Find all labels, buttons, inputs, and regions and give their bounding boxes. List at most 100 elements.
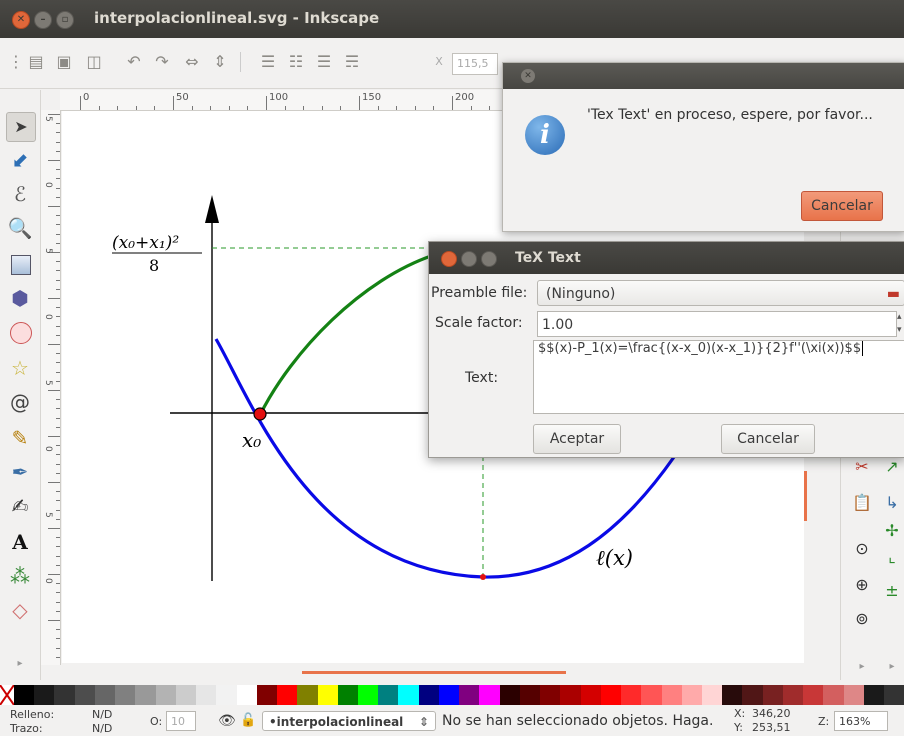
- zoom-field[interactable]: 163%: [834, 711, 888, 731]
- palette-swatch[interactable]: [540, 685, 561, 705]
- align-left-icon[interactable]: ☰: [258, 52, 278, 72]
- palette-swatch[interactable]: [580, 685, 601, 705]
- align-right-icon[interactable]: ☰: [314, 52, 334, 72]
- preamble-file-chooser[interactable]: (Ninguno) ▬: [537, 280, 904, 306]
- progress-cancel-button[interactable]: Cancelar: [801, 191, 883, 221]
- selector-tool-icon[interactable]: ➤: [6, 112, 36, 142]
- tex-dialog-minimize-icon[interactable]: [461, 251, 477, 267]
- palette-swatch[interactable]: [54, 685, 75, 705]
- palette-swatch[interactable]: [560, 685, 581, 705]
- tweak-tool-icon[interactable]: ℰ: [6, 180, 34, 208]
- snap-intersection-icon[interactable]: ✢: [881, 520, 903, 542]
- palette-swatch[interactable]: [14, 685, 35, 705]
- align-center-icon[interactable]: ☷: [286, 52, 306, 72]
- zoom-tool-icon[interactable]: 🔍: [6, 214, 34, 242]
- new-document-icon[interactable]: ▤: [26, 52, 46, 72]
- palette-swatch[interactable]: [459, 685, 480, 705]
- palette-swatch[interactable]: [600, 685, 622, 705]
- palette-swatch[interactable]: [357, 685, 379, 705]
- palette-swatch[interactable]: [681, 685, 702, 705]
- palette-swatch[interactable]: [337, 685, 358, 705]
- tex-dialog-maximize-icon[interactable]: [481, 251, 497, 267]
- palette-swatch[interactable]: [74, 685, 95, 705]
- eraser-tool-icon[interactable]: ◇: [6, 596, 34, 624]
- fill-value[interactable]: N/D: [92, 708, 112, 721]
- node-tool-icon[interactable]: ⬋: [6, 146, 34, 174]
- zoom-drawing-icon[interactable]: ◫: [84, 52, 104, 72]
- ellipse-tool-icon[interactable]: [6, 318, 34, 346]
- vertical-scroll-thumb[interactable]: [804, 471, 807, 521]
- zoom-selection-icon[interactable]: ⊙: [851, 538, 873, 560]
- palette-swatch[interactable]: [317, 685, 338, 705]
- palette-swatch[interactable]: [216, 685, 237, 705]
- undo-icon[interactable]: ↶: [124, 52, 144, 72]
- no-paint-swatch[interactable]: [0, 684, 15, 706]
- pen-tool-icon[interactable]: ✒: [6, 458, 34, 486]
- spray-tool-icon[interactable]: ⁂: [6, 562, 34, 590]
- palette-swatch[interactable]: [175, 685, 197, 705]
- palette-swatch[interactable]: [722, 685, 743, 705]
- palette-swatch[interactable]: [519, 685, 541, 705]
- pencil-tool-icon[interactable]: ✎: [6, 424, 34, 452]
- rectangle-tool-icon[interactable]: [6, 250, 34, 278]
- palette-swatch[interactable]: [34, 685, 55, 705]
- palette-swatch[interactable]: [823, 685, 844, 705]
- 3d-box-tool-icon[interactable]: ⬢: [6, 284, 34, 312]
- tex-cancel-button[interactable]: Cancelar: [721, 424, 815, 454]
- palette-swatch[interactable]: [418, 685, 439, 705]
- snap-midpoint-icon[interactable]: ⌞: [881, 546, 903, 568]
- tex-text-input[interactable]: $$(x)-P_1(x)=\frac{(x-x_0)(x-x_1)}{2}f''…: [533, 340, 904, 414]
- x-coord-field[interactable]: 115,5: [452, 53, 498, 75]
- palette-swatch[interactable]: [155, 685, 176, 705]
- palette-swatch[interactable]: [499, 685, 520, 705]
- paste-icon[interactable]: 📋: [851, 492, 873, 514]
- minimize-window-button[interactable]: –: [34, 11, 52, 29]
- scale-factor-input[interactable]: 1.00: [537, 311, 897, 337]
- palette-swatch[interactable]: [196, 685, 217, 705]
- palette-swatch[interactable]: [621, 685, 642, 705]
- palette-swatch[interactable]: [479, 685, 500, 705]
- palette-swatch[interactable]: [297, 685, 318, 705]
- palette-swatch[interactable]: [115, 685, 136, 705]
- palette-swatch[interactable]: [863, 685, 885, 705]
- palette-swatch[interactable]: [378, 685, 399, 705]
- calligraphy-tool-icon[interactable]: ✍: [6, 492, 34, 520]
- flip-horizontal-icon[interactable]: ⇔: [182, 52, 202, 72]
- maximize-window-button[interactable]: ▫: [56, 11, 74, 29]
- opacity-field[interactable]: 10: [166, 711, 196, 731]
- panel-expand-icon[interactable]: ▸: [851, 656, 873, 678]
- palette-swatch[interactable]: [661, 685, 682, 705]
- redo-icon[interactable]: ↷: [152, 52, 172, 72]
- more-tools-icon[interactable]: ▸: [6, 650, 34, 678]
- scale-spin-arrows[interactable]: ▴ ▾: [897, 311, 904, 337]
- align-top-icon[interactable]: ☴: [342, 52, 362, 72]
- palette-swatch[interactable]: [398, 685, 419, 705]
- tex-dialog-close-icon[interactable]: [441, 251, 457, 267]
- horizontal-scroll-thumb[interactable]: [302, 671, 566, 674]
- snap-center-icon[interactable]: ±: [881, 580, 903, 602]
- zoom-drawing-panel-icon[interactable]: ⊕: [851, 574, 873, 596]
- horizontal-scrollbar[interactable]: [62, 663, 804, 683]
- palette-swatch[interactable]: [884, 685, 904, 705]
- zoom-page-panel-icon[interactable]: ⊚: [851, 608, 873, 630]
- palette-swatch[interactable]: [803, 685, 824, 705]
- snap-path-icon[interactable]: ↳: [881, 492, 903, 514]
- palette-swatch[interactable]: [762, 685, 783, 705]
- palette-swatch[interactable]: [438, 685, 460, 705]
- snap-expand-icon[interactable]: ▸: [881, 656, 903, 678]
- visibility-eye-icon[interactable]: 👁: [218, 713, 236, 729]
- snap-nodes-icon[interactable]: ↗: [881, 456, 903, 478]
- palette-swatch[interactable]: [135, 685, 156, 705]
- palette-swatch[interactable]: [236, 685, 257, 705]
- palette-swatch[interactable]: [782, 685, 804, 705]
- text-tool-icon[interactable]: A: [6, 528, 34, 556]
- spiral-tool-icon[interactable]: @: [6, 388, 34, 416]
- close-window-button[interactable]: ✕: [12, 11, 30, 29]
- layer-selector[interactable]: •interpolacionlineal ⇕: [262, 711, 436, 731]
- accept-button[interactable]: Aceptar: [533, 424, 621, 454]
- palette-swatch[interactable]: [742, 685, 763, 705]
- lock-icon[interactable]: 🔓: [240, 713, 256, 728]
- stroke-value[interactable]: N/D: [92, 722, 112, 735]
- palette-swatch[interactable]: [256, 685, 278, 705]
- palette-swatch[interactable]: [701, 685, 723, 705]
